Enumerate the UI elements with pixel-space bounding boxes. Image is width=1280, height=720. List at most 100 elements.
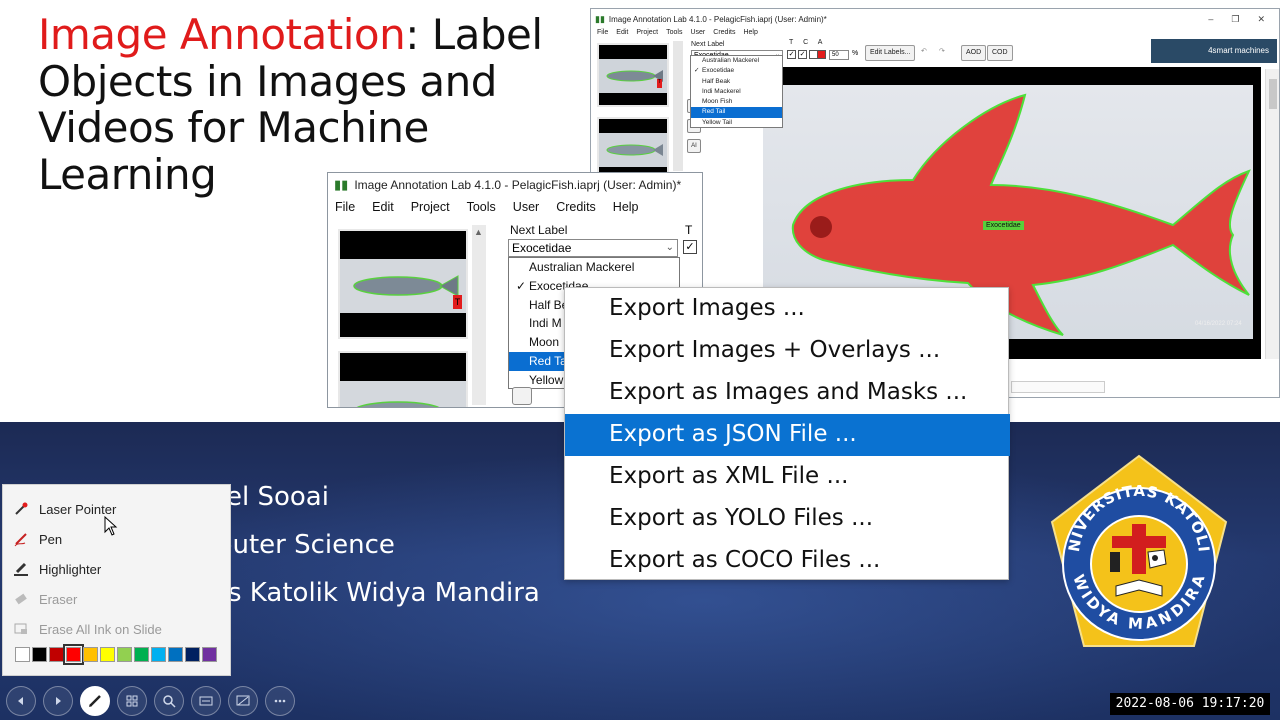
zoomed-titlebar: ▮▮ Image Annotation Lab 4.1.0 - PelagicF…	[328, 173, 702, 197]
ink-color-swatches	[15, 644, 217, 665]
menu-help[interactable]: Help	[613, 200, 639, 214]
export-json-item[interactable]: Export as JSON File ...	[565, 414, 1010, 456]
dropdown-option[interactable]: ✓ Exocetidae	[691, 66, 782, 76]
mouse-cursor-icon	[104, 516, 118, 536]
highlighter-icon	[3, 561, 39, 577]
zoomed-next-label-select[interactable]: Exocetidae ⌄	[508, 239, 678, 257]
aod-button[interactable]: AOD	[961, 45, 987, 61]
color-swatch-light-green[interactable]	[117, 647, 132, 662]
dropdown-option-selected[interactable]: Red Tail	[691, 107, 782, 118]
zoomed-t-header: T	[685, 223, 693, 237]
export-xml-item[interactable]: Export as XML File ...	[565, 456, 1010, 498]
ai-button[interactable]: AI	[687, 139, 701, 153]
color-swatch-light-blue[interactable]	[151, 647, 166, 662]
check-icon: ✓	[694, 67, 700, 75]
menu-tools[interactable]: Tools	[666, 29, 682, 41]
label-color-swatch[interactable]	[817, 50, 826, 59]
color-swatch-red-selected[interactable]	[63, 644, 84, 665]
previous-icon[interactable]	[6, 686, 36, 716]
author-department: puter Science	[216, 530, 395, 560]
eraser-item: Eraser	[3, 585, 232, 613]
menu-file[interactable]: File	[335, 200, 355, 214]
app-title: Image Annotation Lab 4.1.0 - PelagicFish…	[608, 14, 827, 24]
scroll-up-icon[interactable]: ▲	[474, 227, 483, 237]
dropdown-option[interactable]: Moon Fish	[691, 97, 782, 107]
thumbnail-item[interactable]: T	[338, 229, 468, 339]
color-swatch-black[interactable]	[32, 647, 47, 662]
opacity-input[interactable]: 50	[829, 50, 849, 60]
zoomed-t-checkbox[interactable]: ✓	[683, 240, 697, 254]
color-swatch-purple[interactable]	[202, 647, 217, 662]
export-images-masks-item[interactable]: Export as Images and Masks ...	[565, 372, 1010, 414]
export-images-overlays-item[interactable]: Export Images + Overlays ...	[565, 330, 1010, 372]
canvas-scrollbar[interactable]	[1265, 69, 1279, 359]
slides-icon[interactable]	[117, 686, 147, 716]
dropdown-option[interactable]: Australian Mackerel	[509, 258, 679, 277]
redo-icon[interactable]: ↷	[935, 45, 949, 61]
menu-credits[interactable]: Credits	[556, 200, 596, 214]
menu-help[interactable]: Help	[743, 29, 757, 41]
pen-icon[interactable]	[80, 686, 110, 716]
zoomed-title: Image Annotation Lab 4.1.0 - PelagicFish…	[354, 178, 682, 192]
cod-button[interactable]: COD	[987, 45, 1013, 61]
color-swatch-dark-red[interactable]	[49, 647, 64, 662]
erase-all-label: Erase All Ink on Slide	[39, 621, 162, 637]
highlighter-label: Highlighter	[39, 561, 102, 577]
menu-project[interactable]: Project	[411, 200, 450, 214]
close-icon[interactable]: ✕	[1257, 14, 1265, 25]
tca-checkboxes: ✓ ✓	[787, 50, 818, 59]
eraser-label: Eraser	[39, 591, 78, 607]
zoomed-thumbnail-scrollbar[interactable]: ▲	[472, 225, 486, 405]
thumbnail-scrollbar[interactable]	[673, 41, 683, 171]
export-menu: Export Images ... Export Images + Overla…	[564, 287, 1010, 582]
menu-project[interactable]: Project	[636, 29, 658, 41]
undo-icon[interactable]: ↶	[917, 45, 931, 61]
pen-icon	[3, 531, 39, 547]
laser-pointer-icon	[3, 501, 39, 517]
menu-credits[interactable]: Credits	[713, 29, 735, 41]
more-icon[interactable]	[265, 686, 295, 716]
color-swatch-green[interactable]	[134, 647, 149, 662]
slide-title-accent: Image Annotation	[38, 10, 406, 59]
highlighter-item[interactable]: Highlighter	[3, 555, 232, 583]
scrollbar-thumb[interactable]	[1269, 79, 1277, 109]
ink-tools-menu: Laser Pointer Pen Highlighter Eraser Era…	[2, 484, 231, 676]
minimize-icon[interactable]: –	[1208, 14, 1213, 25]
menu-file[interactable]: File	[597, 29, 608, 41]
menu-edit[interactable]: Edit	[616, 29, 628, 41]
next-icon[interactable]	[43, 686, 73, 716]
dropdown-option[interactable]: Half Beak	[691, 77, 782, 87]
color-swatch-yellow[interactable]	[100, 647, 115, 662]
thumbnail-image	[340, 259, 466, 313]
menu-user[interactable]: User	[690, 29, 705, 41]
brand-logo: 4smart machines	[1151, 39, 1277, 63]
timestamp: 2022-08-06 19:17:20	[1110, 693, 1270, 715]
export-images-item[interactable]: Export Images ...	[565, 288, 1010, 330]
thumbnail-image	[599, 133, 667, 167]
color-swatch-white[interactable]	[15, 647, 30, 662]
thumbnail-item[interactable]	[338, 351, 468, 407]
edit-labels-button[interactable]: Edit Labels...	[865, 45, 916, 61]
dropdown-option[interactable]: Indi Mackerel	[691, 87, 782, 97]
pen-label: Pen	[39, 531, 63, 547]
menu-tools[interactable]: Tools	[467, 200, 496, 214]
t-checkbox[interactable]: ✓	[787, 50, 796, 59]
screen-icon[interactable]	[228, 686, 258, 716]
zoom-icon[interactable]	[154, 686, 184, 716]
color-swatch-orange[interactable]	[83, 647, 98, 662]
export-yolo-item[interactable]: Export as YOLO Files ...	[565, 498, 1010, 540]
maximize-icon[interactable]: ❐	[1231, 14, 1239, 25]
tool-button[interactable]	[512, 387, 532, 405]
c-checkbox[interactable]: ✓	[798, 50, 807, 59]
export-coco-item[interactable]: Export as COCO Files ...	[565, 540, 1010, 582]
dropdown-option[interactable]: Yellow Tail	[691, 118, 782, 128]
dropdown-option[interactable]: Australian Mackerel	[691, 56, 782, 66]
erase-all-item: Erase All Ink on Slide	[3, 615, 232, 643]
menu-user[interactable]: User	[513, 200, 539, 214]
zoomed-next-label-value: Exocetidae	[512, 241, 572, 255]
subtitles-icon[interactable]	[191, 686, 221, 716]
color-swatch-blue[interactable]	[168, 647, 183, 662]
menu-edit[interactable]: Edit	[372, 200, 394, 214]
thumbnail-item[interactable]: T	[597, 43, 669, 107]
color-swatch-dark-blue[interactable]	[185, 647, 200, 662]
